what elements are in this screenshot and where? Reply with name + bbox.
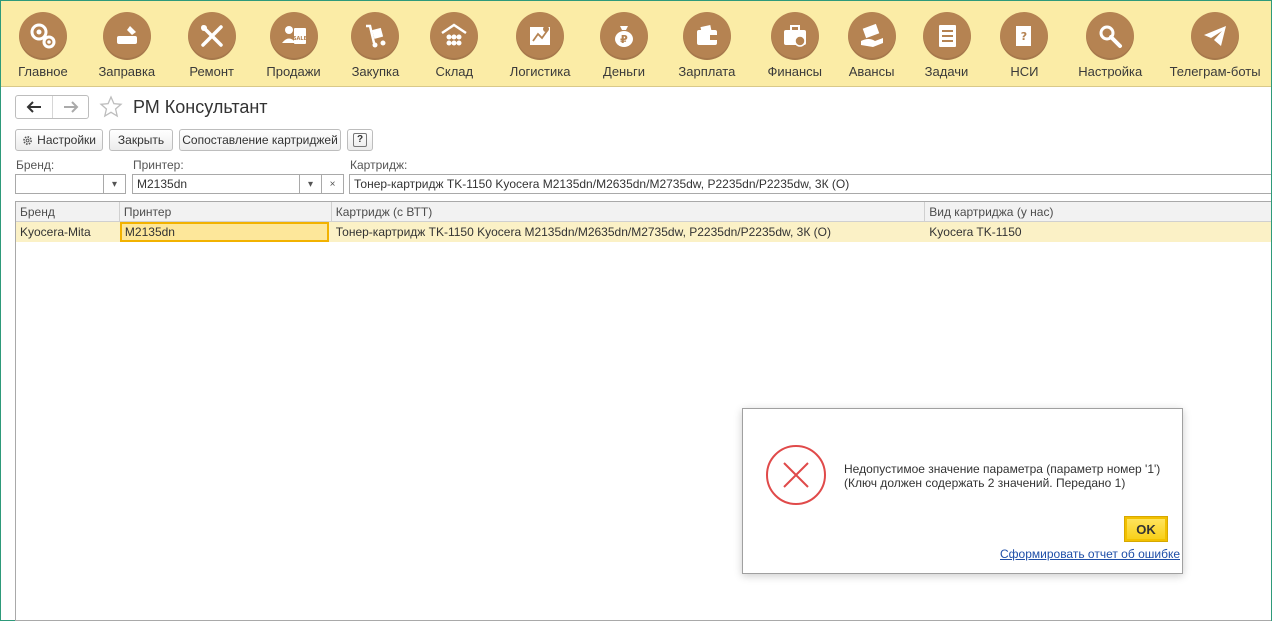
table-row[interactable]: Kyocera-Mita M2135dn Тонер-картридж TK-1… — [16, 222, 1271, 242]
back-button[interactable] — [16, 96, 52, 118]
svg-text:₽: ₽ — [620, 33, 628, 46]
gear-icon — [23, 135, 32, 145]
cash-hand-icon — [860, 23, 883, 47]
section-nsi[interactable]: ? НСИ — [987, 1, 1061, 87]
map-route-icon — [530, 26, 551, 45]
section-label: Главное — [18, 64, 68, 79]
close-button-label: Закрыть — [117, 133, 165, 147]
section-label: Заправка — [98, 64, 156, 79]
page-title: РМ Консультант — [133, 97, 268, 117]
chevron-down-icon: ▾ — [307, 178, 314, 190]
help-icon: ? — [353, 133, 367, 147]
section-salary[interactable]: Зарплата — [662, 1, 752, 87]
section-label: Задачи — [924, 64, 969, 79]
brand-dropdown-button[interactable]: ▾ — [104, 174, 126, 194]
section-settings[interactable]: Настройка — [1061, 1, 1159, 87]
column-header-cartridge[interactable]: Картридж (с ВТТ) — [332, 202, 926, 222]
printer-filter-label: Принтер: — [133, 158, 184, 172]
section-label: Авансы — [848, 64, 895, 79]
cartridge-filter-label: Картридж: — [350, 158, 408, 172]
section-label: Продажи — [266, 64, 321, 79]
cell-cartridge-type[interactable]: Kyocera TK-1150 — [925, 222, 1271, 242]
section-advances[interactable]: Авансы — [838, 1, 906, 87]
section-label: Логистика — [509, 64, 571, 79]
checklist-icon — [938, 25, 956, 47]
cell-cartridge[interactable]: Тонер-картридж TK-1150 Kyocera M2135dn/M… — [332, 222, 926, 242]
briefcase-icon — [783, 25, 806, 47]
history-navigation — [15, 95, 89, 119]
table-header: Бренд Принтер Картридж (с ВТТ) Вид картр… — [16, 202, 1271, 222]
section-main[interactable]: Главное — [5, 1, 81, 87]
forward-button[interactable] — [52, 96, 88, 118]
error-report-link[interactable]: Сформировать отчет об ошибке — [1000, 547, 1180, 561]
section-refill[interactable]: Заправка — [81, 1, 173, 87]
arrow-right-icon — [63, 101, 78, 113]
wallet-icon — [696, 25, 717, 45]
toner-refill-icon — [116, 26, 137, 44]
cell-brand[interactable]: Kyocera-Mita — [16, 222, 120, 242]
section-label: Ремонт — [189, 64, 234, 79]
settings-icon — [1099, 25, 1123, 48]
telegram-icon — [1204, 26, 1227, 46]
section-logistics[interactable]: Логистика — [494, 1, 586, 87]
section-label: Закупка — [351, 64, 400, 79]
error-dialog: Недопустимое значение параметра (парамет… — [742, 408, 1183, 574]
cell-printer[interactable]: M2135dn — [119, 222, 329, 242]
section-telegram-bots[interactable]: Телеграм-боты — [1159, 1, 1271, 87]
favorite-star-icon[interactable] — [99, 95, 123, 119]
section-label: Деньги — [603, 64, 646, 79]
brand-filter-input[interactable] — [15, 174, 104, 194]
chevron-down-icon: ▾ — [111, 178, 118, 190]
printer-clear-button[interactable]: × — [322, 174, 344, 194]
section-purchase[interactable]: Закупка — [336, 1, 414, 87]
section-finance[interactable]: Финансы — [752, 1, 838, 87]
section-label: НСИ — [1010, 64, 1039, 79]
settings-button[interactable]: Настройки — [15, 129, 103, 151]
svg-text:SALE: SALE — [292, 36, 307, 42]
reference-book-icon: ? — [1016, 26, 1032, 46]
clear-icon: × — [329, 178, 336, 190]
section-money[interactable]: ₽ Деньги — [586, 1, 662, 87]
section-label: Зарплата — [678, 64, 736, 79]
svg-text:?: ? — [1021, 30, 1027, 43]
printer-dropdown-button[interactable]: ▾ — [300, 174, 322, 194]
cartridge-filter-input[interactable]: Тонер-картридж TK-1150 Kyocera M2135dn/M… — [349, 174, 1271, 194]
section-label: Финансы — [767, 64, 823, 79]
help-button[interactable]: ? — [347, 129, 373, 151]
sale-icon: SALE — [281, 26, 307, 44]
hand-truck-icon — [366, 24, 386, 48]
column-header-brand[interactable]: Бренд — [16, 202, 120, 222]
close-button[interactable]: Закрыть — [109, 129, 173, 151]
settings-button-label: Настройки — [37, 133, 96, 147]
section-label: Склад — [435, 64, 474, 79]
section-label: Телеграм-боты — [1169, 64, 1261, 79]
tools-icon — [200, 25, 223, 47]
warehouse-icon — [441, 23, 467, 46]
error-icon — [766, 445, 826, 505]
column-header-printer[interactable]: Принтер — [120, 202, 332, 222]
sections-panel: Главное Заправка Ремонт SALE Продажи Зак… — [1, 1, 1271, 87]
arrow-left-icon — [26, 101, 41, 113]
section-warehouse[interactable]: Склад — [414, 1, 494, 87]
money-bag-icon: ₽ — [615, 26, 634, 47]
section-sales[interactable]: SALE Продажи — [251, 1, 337, 87]
printer-filter-input[interactable]: M2135dn — [132, 174, 300, 194]
gears-icon — [30, 23, 56, 49]
cartridge-mapping-button[interactable]: Сопоставление картриджей — [179, 129, 341, 151]
section-label: Настройка — [1078, 64, 1143, 79]
ok-button[interactable]: OK — [1124, 516, 1168, 542]
cartridge-mapping-label: Сопоставление картриджей — [182, 133, 338, 147]
error-message: Недопустимое значение параметра (парамет… — [844, 462, 1161, 490]
section-repair[interactable]: Ремонт — [173, 1, 251, 87]
column-header-cartridge-type[interactable]: Вид картриджа (у нас) — [925, 202, 1271, 222]
section-tasks[interactable]: Задачи — [906, 1, 988, 87]
brand-filter-label: Бренд: — [16, 158, 55, 172]
